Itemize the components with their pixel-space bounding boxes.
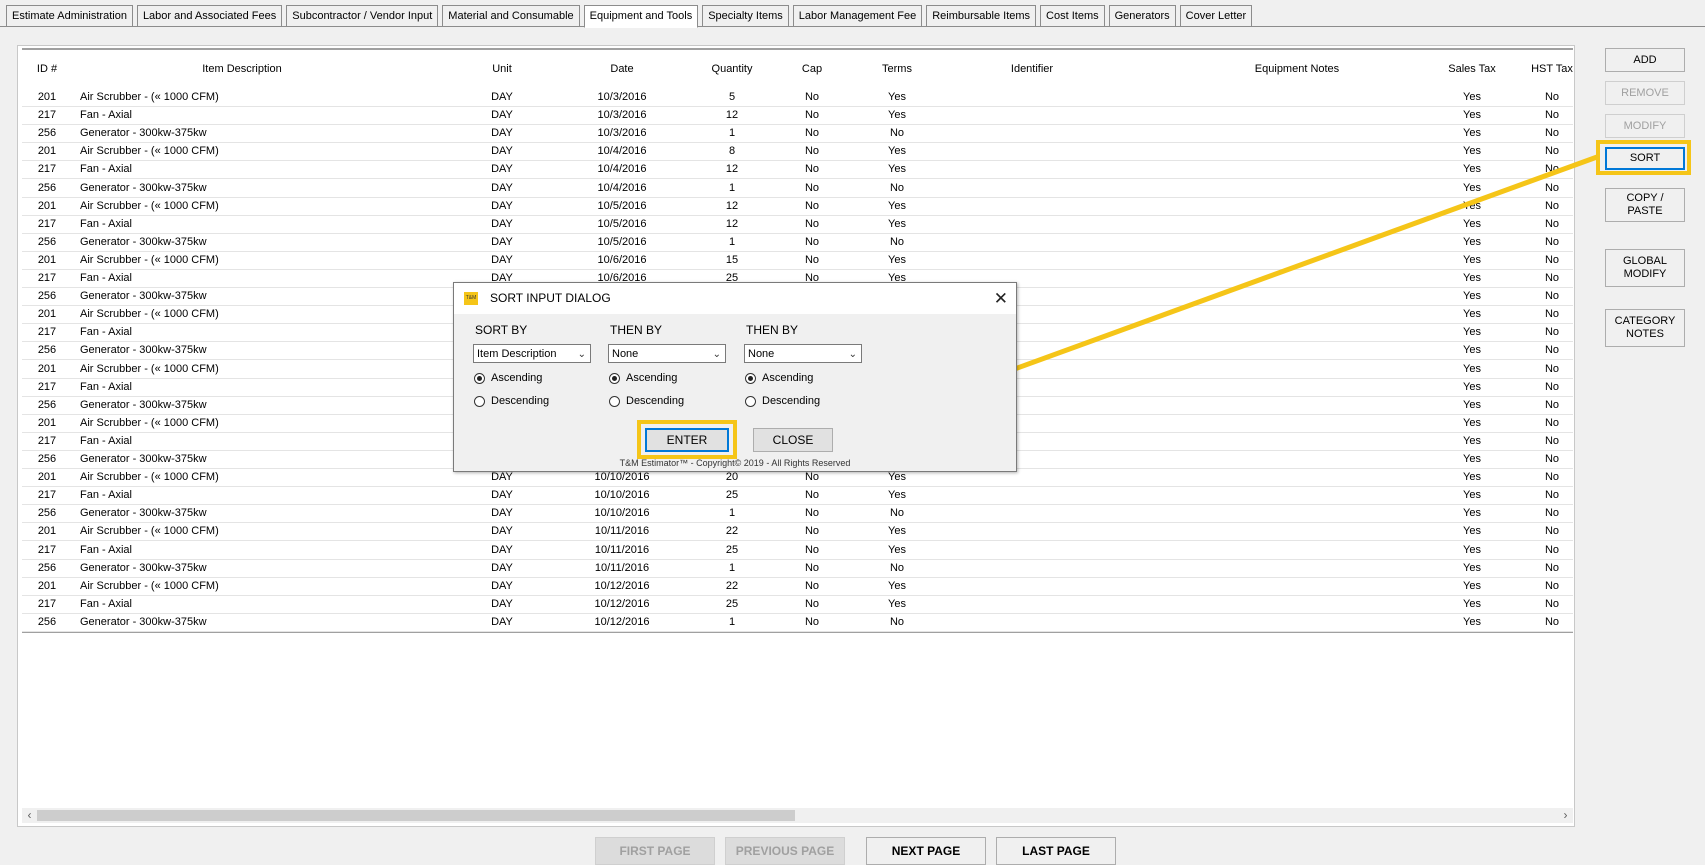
sort-input-dialog[interactable]: T&M SORT INPUT DIALOG ✕ SORT BY THEN BY … xyxy=(453,282,1017,472)
enter-button[interactable]: ENTER xyxy=(645,428,729,452)
chevron-down-icon: ⌄ xyxy=(712,349,721,360)
radio-selected-icon xyxy=(745,372,756,384)
sort-by-value: Item Description xyxy=(477,348,557,360)
radio-selected-icon xyxy=(474,372,485,384)
sort-by-descending-radio[interactable]: Descending xyxy=(474,394,549,408)
radio-unselected-icon xyxy=(745,395,756,407)
then-by-value-2: None xyxy=(748,348,775,360)
ascending-label: Ascending xyxy=(491,372,543,384)
then-by-1-ascending-radio[interactable]: Ascending xyxy=(609,371,677,385)
sort-by-label: SORT BY xyxy=(475,323,528,337)
close-icon[interactable]: ✕ xyxy=(994,283,1008,314)
descending-label: Descending xyxy=(626,395,685,407)
dialog-title: SORT INPUT DIALOG xyxy=(490,291,611,305)
then-by-2-descending-radio[interactable]: Descending xyxy=(745,394,820,408)
then-by-label-1: THEN BY xyxy=(610,323,663,337)
then-by-select-1[interactable]: None ⌄ xyxy=(608,344,726,363)
chevron-down-icon: ⌄ xyxy=(577,349,586,360)
then-by-value-1: None xyxy=(612,348,639,360)
ascending-label: Ascending xyxy=(762,372,814,384)
tm-logo-icon: T&M xyxy=(464,292,478,305)
sort-by-ascending-radio[interactable]: Ascending xyxy=(474,371,542,385)
radio-unselected-icon xyxy=(609,395,620,407)
ascending-label: Ascending xyxy=(626,372,678,384)
radio-selected-icon xyxy=(609,372,620,384)
dialog-title-bar[interactable]: T&M SORT INPUT DIALOG ✕ xyxy=(454,283,1016,314)
then-by-label-2: THEN BY xyxy=(746,323,799,337)
copyright-text: T&M Estimator™ - Copyright© 2019 - All R… xyxy=(619,458,851,468)
close-button[interactable]: CLOSE xyxy=(753,428,833,452)
radio-unselected-icon xyxy=(474,395,485,407)
descending-label: Descending xyxy=(491,395,550,407)
chevron-down-icon: ⌄ xyxy=(848,349,857,360)
descending-label: Descending xyxy=(762,395,821,407)
then-by-2-ascending-radio[interactable]: Ascending xyxy=(745,371,813,385)
then-by-select-2[interactable]: None ⌄ xyxy=(744,344,862,363)
sort-by-select[interactable]: Item Description ⌄ xyxy=(473,344,591,363)
then-by-1-descending-radio[interactable]: Descending xyxy=(609,394,684,408)
